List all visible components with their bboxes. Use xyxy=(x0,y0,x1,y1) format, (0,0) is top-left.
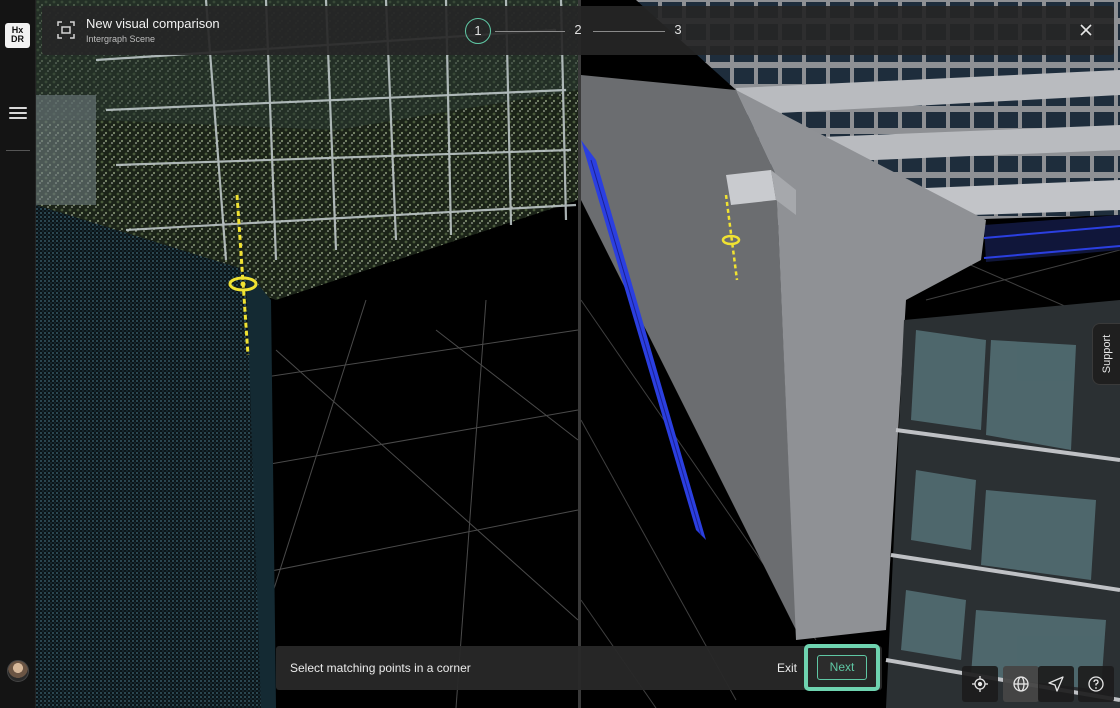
locate-button[interactable] xyxy=(962,666,998,702)
menu-icon[interactable] xyxy=(9,107,27,121)
next-button-highlight: Next xyxy=(804,644,880,691)
point-cloud-view xyxy=(36,0,579,708)
step-1[interactable]: 1 xyxy=(465,18,491,44)
scene-render xyxy=(36,0,1120,708)
locate-icon xyxy=(972,676,988,692)
mesh-model-view xyxy=(580,0,1120,708)
step-connector xyxy=(495,31,565,32)
globe-button[interactable] xyxy=(1003,666,1039,702)
step-connector xyxy=(593,31,665,32)
page-title: New visual comparison xyxy=(86,16,220,31)
exit-button[interactable]: Exit xyxy=(777,661,797,675)
support-tab[interactable]: Support xyxy=(1092,323,1120,385)
navigate-button[interactable] xyxy=(1038,666,1074,702)
split-3d-viewport[interactable] xyxy=(36,0,1120,708)
page-subtitle: Intergraph Scene xyxy=(86,34,156,44)
send-icon xyxy=(1048,676,1064,692)
step-3[interactable]: 3 xyxy=(665,18,691,44)
stepper: 1 2 3 xyxy=(465,18,685,44)
support-label: Support xyxy=(1100,334,1113,374)
help-icon xyxy=(1088,676,1104,692)
comparison-header: New visual comparison Intergraph Scene 1… xyxy=(42,6,1114,55)
instruction-text: Select matching points in a corner xyxy=(290,661,471,675)
help-button[interactable] xyxy=(1078,666,1114,702)
instruction-bar: Select matching points in a corner Exit … xyxy=(276,644,882,691)
next-button[interactable]: Next xyxy=(817,655,867,680)
close-icon[interactable] xyxy=(1076,20,1096,40)
viewer-toolbar xyxy=(962,664,1116,704)
left-rail: Hx DR xyxy=(0,0,36,708)
logo-line2: DR xyxy=(11,34,24,44)
rail-divider xyxy=(6,150,30,151)
globe-icon xyxy=(1013,676,1029,692)
hxdr-logo[interactable]: Hx DR xyxy=(5,23,30,48)
compare-frame-icon xyxy=(57,21,75,39)
step-2[interactable]: 2 xyxy=(565,18,591,44)
avatar[interactable] xyxy=(7,660,29,682)
